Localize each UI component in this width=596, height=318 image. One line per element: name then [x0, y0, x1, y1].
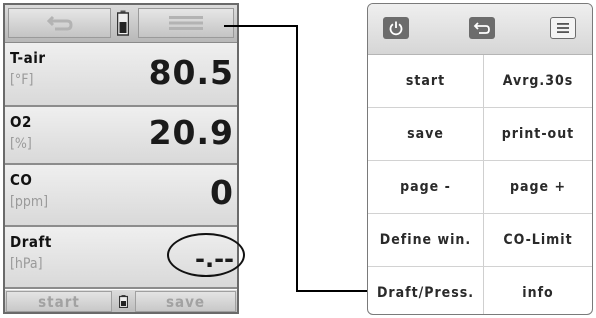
- reading-value: 20.9: [148, 113, 234, 152]
- menu-item-start[interactable]: start: [368, 55, 484, 107]
- reading-label: O2: [10, 113, 32, 131]
- start-button[interactable]: start: [6, 291, 112, 312]
- menu-panel-top-bar: [368, 4, 592, 55]
- menu-item-avrg-30s[interactable]: Avrg.30s: [484, 55, 592, 107]
- reading-label: CO: [10, 171, 33, 189]
- back-icon: [473, 22, 490, 34]
- menu-icon[interactable]: [550, 17, 576, 39]
- menu-icon: [557, 23, 569, 33]
- device-bottom-bar: start save: [5, 290, 237, 312]
- menu-item-page-minus[interactable]: page -: [368, 161, 484, 213]
- battery-icon: [117, 10, 129, 36]
- reading-value: 80.5: [148, 53, 234, 92]
- menu-item-co-limit[interactable]: CO-Limit: [484, 214, 592, 266]
- highlight-ellipse: [167, 233, 245, 277]
- menu-item-save[interactable]: save: [368, 108, 484, 160]
- reading-label: T-air: [10, 49, 46, 67]
- reading-row-co[interactable]: CO [ppm] 0: [5, 165, 237, 227]
- power-icon[interactable]: [383, 17, 409, 39]
- menu-item-define-win[interactable]: Define win.: [368, 214, 484, 266]
- reading-unit: [hPa]: [10, 256, 43, 272]
- menu-lines-icon: [169, 16, 203, 30]
- back-button[interactable]: [8, 8, 111, 38]
- reading-value: 0: [210, 173, 234, 212]
- menu-button[interactable]: [138, 8, 234, 38]
- reading-unit: [°F]: [10, 72, 34, 88]
- back-arrow-icon: [46, 15, 73, 31]
- reading-unit: [%]: [10, 136, 32, 152]
- battery-icon: [119, 295, 128, 308]
- menu-item-page-plus[interactable]: page +: [484, 161, 592, 213]
- device-top-bar: [5, 5, 237, 43]
- back-icon[interactable]: [469, 17, 495, 39]
- reading-row-o2[interactable]: O2 [%] 20.9: [5, 107, 237, 165]
- menu-item-info[interactable]: info: [484, 267, 592, 314]
- reading-row-t-air[interactable]: T-air [°F] 80.5: [5, 43, 237, 107]
- reading-unit: [ppm]: [10, 194, 49, 210]
- menu-item-draft-press[interactable]: Draft/Press.: [368, 267, 484, 314]
- save-button[interactable]: save: [135, 291, 236, 312]
- menu-item-print-out[interactable]: print-out: [484, 108, 592, 160]
- reading-label: Draft: [10, 233, 52, 251]
- power-icon: [389, 21, 403, 36]
- menu-panel: start Avrg.30s save print-out page - pag…: [367, 3, 593, 315]
